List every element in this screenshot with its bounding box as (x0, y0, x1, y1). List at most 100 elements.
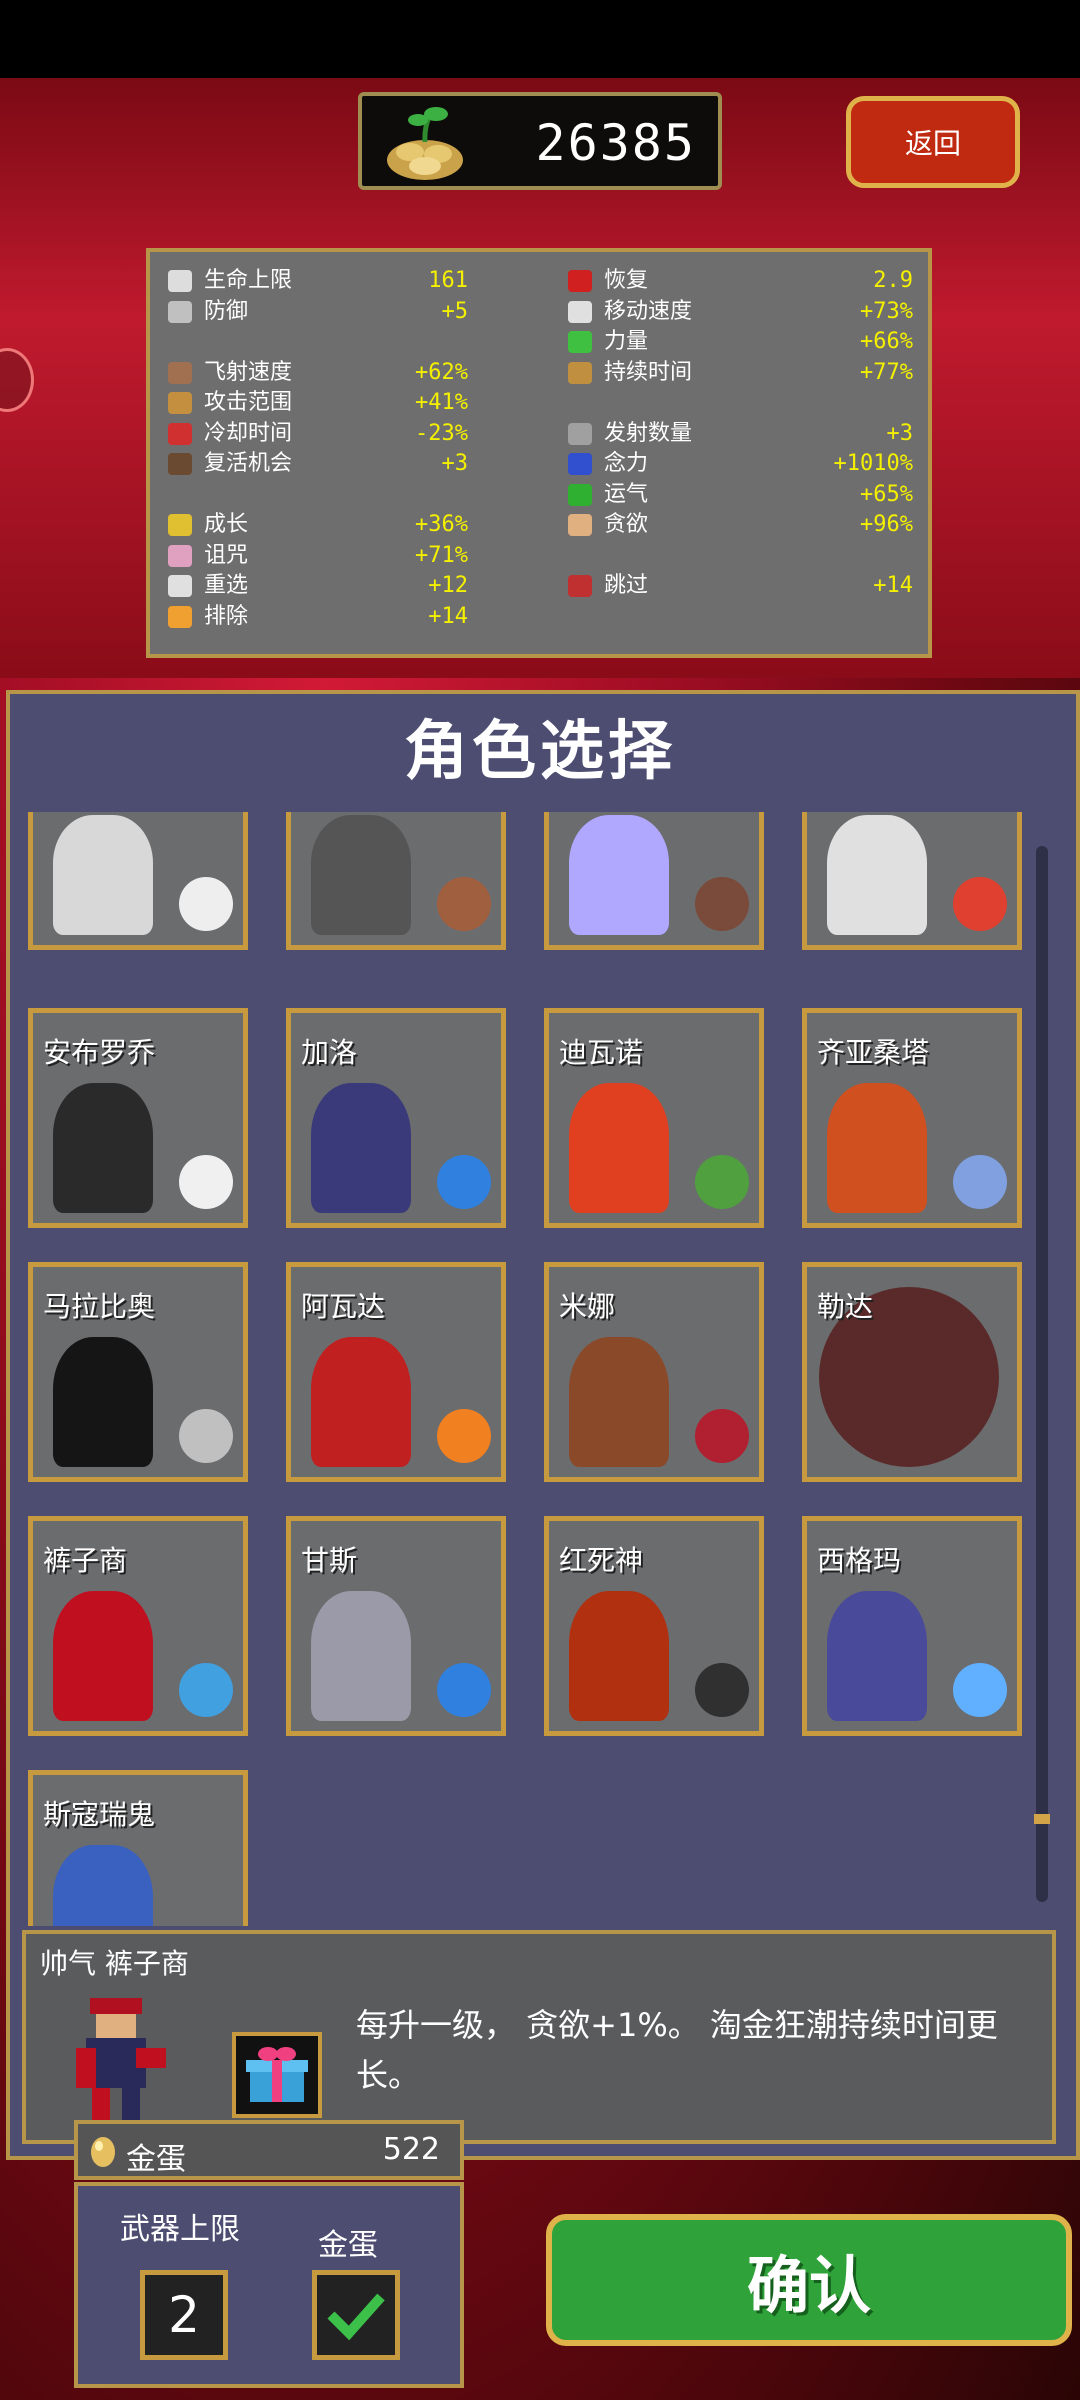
scrollbar[interactable] (1036, 846, 1048, 1902)
egg-toggle-label: 金蛋 (318, 2228, 378, 2263)
character-name: 甘斯 (301, 1544, 358, 1577)
orb-icon (568, 453, 592, 475)
character-card[interactable]: 加洛 (286, 1008, 506, 1228)
character-name: 红死神 (559, 1544, 644, 1577)
character-sprite (827, 815, 927, 935)
stat-row: 攻击范围 +41% (168, 388, 468, 419)
character-card[interactable]: 裤子商 (28, 1516, 248, 1736)
character-sprite (53, 1337, 153, 1467)
character-card[interactable]: 马拉比奥 (28, 1262, 248, 1482)
area-icon (168, 392, 192, 414)
stat-name: 跳过 (604, 573, 649, 598)
scythe-weapon-icon (695, 1663, 749, 1717)
stat-value: 161 (428, 268, 468, 293)
character-card[interactable]: 勒达 (802, 1262, 1022, 1482)
stat-row: 运气 +65% (568, 480, 913, 511)
stat-row: 移动速度 +73% (568, 297, 913, 328)
character-card[interactable]: 红死神 (544, 1516, 764, 1736)
stats-left-column: 生命上限 161 防御 +5 飞射速度 +62% 攻击范围 +41% 冷却时间 -23% 复活机会 +… (168, 266, 468, 632)
stat-row: 贪欲 +96% (568, 510, 913, 541)
panel-title: 角色选择 (404, 715, 676, 789)
stat-value: +66% (860, 329, 913, 354)
crown-icon (168, 514, 192, 536)
stat-name: 运气 (604, 481, 649, 507)
stat-value: 2.9 (873, 268, 913, 293)
gold-value: 26385 (535, 114, 696, 172)
stat-name: 排除 (204, 603, 249, 629)
stat-value: -23% (415, 420, 468, 446)
character-card[interactable]: 齐亚桑塔 (802, 1008, 1022, 1228)
character-sprite (53, 815, 153, 935)
rock-weapon-icon (437, 877, 491, 931)
back-button[interactable]: 返回 (846, 96, 1020, 188)
character-name: 勒达 (817, 1290, 874, 1323)
weapon-limit-selector[interactable]: 2 (140, 2270, 228, 2360)
stat-spacer (568, 388, 913, 419)
stat-row: 防御 +5 (168, 297, 468, 328)
stat-row: 复活机会 +3 (168, 449, 468, 480)
character-name: 齐亚桑塔 (817, 1036, 930, 1069)
bone-weapon-icon (179, 877, 233, 931)
character-card[interactable]: 迪瓦诺 (544, 1008, 764, 1228)
selected-character-name: 帅气 裤子商 (40, 1947, 189, 1980)
blue-wand-weapon-icon (437, 1663, 491, 1717)
gift-weapon-icon (179, 1663, 233, 1717)
stat-name: 飞射速度 (204, 359, 293, 385)
stat-spacer (168, 327, 468, 358)
character-card[interactable] (544, 812, 764, 950)
character-card[interactable]: 西格玛 (802, 1516, 1022, 1736)
stat-value: +41% (415, 390, 468, 415)
stat-name: 攻击范围 (204, 390, 293, 415)
character-name: 西格玛 (817, 1544, 902, 1577)
stat-row: 冷却时间 -23% (168, 419, 468, 450)
scroll-thumb[interactable] (1034, 1814, 1050, 1824)
stat-name: 生命上限 (204, 268, 293, 293)
stat-name: 诅咒 (204, 542, 249, 568)
fire-weapon-icon (437, 1409, 491, 1463)
stat-name: 力量 (604, 329, 649, 354)
stat-value: +3 (886, 420, 914, 446)
stat-name: 恢复 (604, 268, 649, 293)
stat-spacer (568, 541, 913, 572)
confirm-button[interactable]: 确认 (546, 2214, 1072, 2346)
character-description: 帅气 裤子商 每升一级， 贪欲+1%。 淘金狂潮持续时间更长。 (22, 1930, 1056, 2144)
character-card[interactable]: 米娜 (544, 1262, 764, 1482)
character-card[interactable]: 斯寇瑞鬼 (28, 1770, 248, 1926)
skull-icon (168, 544, 192, 567)
stat-value: +36% (415, 512, 468, 537)
character-sprite (311, 815, 411, 935)
stat-row: 跳过 +14 (568, 571, 913, 602)
stat-row: 飞射速度 +62% (168, 358, 468, 389)
stat-row: 排除 +14 (168, 602, 468, 633)
egg-checkbox[interactable] (312, 2270, 400, 2360)
character-sprite (53, 1083, 153, 1213)
character-card[interactable]: 甘斯 (286, 1516, 506, 1736)
stat-row: 念力 +1010% (568, 449, 913, 480)
stat-value: +71% (415, 542, 468, 568)
character-name: 米娜 (559, 1290, 616, 1323)
gold-counter: 26385 (358, 92, 722, 190)
stat-spacer (568, 602, 913, 633)
stat-name: 持续时间 (604, 359, 693, 385)
character-name: 迪瓦诺 (559, 1036, 644, 1069)
character-card[interactable]: 阿瓦达 (286, 1262, 506, 1482)
character-grid[interactable]: 安布罗乔 加洛 迪瓦诺 齐亚桑塔马拉比奥 阿瓦达 米娜 勒达裤子商 甘斯 红死神 西格玛斯寇瑞鬼 (20, 812, 1030, 1926)
options-panel: 武器上限 金蛋 2 (74, 2182, 464, 2388)
cooldown-icon (168, 422, 192, 445)
heart-outline-icon (168, 270, 192, 292)
golden-egg-label: 金蛋 (126, 2142, 186, 2177)
character-card[interactable] (28, 812, 248, 950)
stat-row: 持续时间 +77% (568, 358, 913, 389)
character-sprite (311, 1591, 411, 1721)
blue-wand-weapon-icon (437, 1155, 491, 1209)
status-bar (0, 0, 1080, 78)
red-whip-weapon-icon (695, 1409, 749, 1463)
greed-icon (568, 514, 592, 536)
character-card[interactable] (802, 812, 1022, 950)
clover-icon (568, 483, 592, 506)
character-card[interactable]: 安布罗乔 (28, 1008, 248, 1228)
stats-right-column: 恢复 2.9 移动速度 +73% 力量 +66% 持续时间 +77% 发射数量 +3 念力 +1010… (568, 266, 913, 632)
character-card[interactable] (286, 812, 506, 950)
stat-name: 念力 (604, 451, 649, 476)
gold-coins-icon (387, 107, 463, 180)
